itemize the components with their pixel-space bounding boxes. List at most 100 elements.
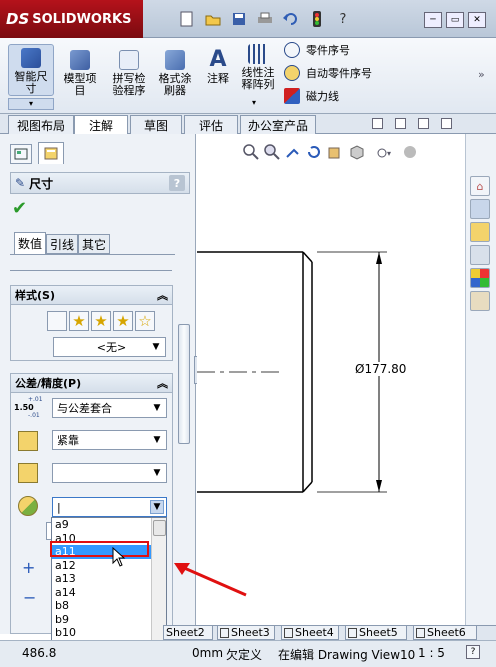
- apply-default-style-icon[interactable]: [47, 311, 67, 331]
- panel-subtabs: 数值 引线 其它: [14, 232, 110, 254]
- auto-balloon-label: 自动零件序号: [306, 67, 372, 80]
- list-item[interactable]: b9: [52, 613, 166, 627]
- minus-icon[interactable]: −: [23, 588, 36, 607]
- new-icon[interactable]: [178, 10, 196, 28]
- fit-type-icon: [18, 431, 38, 451]
- scroll-thumb[interactable]: [178, 324, 190, 444]
- list-item[interactable]: b8: [52, 599, 166, 613]
- linear-pattern-button[interactable]: 线性注释阵列: [238, 44, 278, 91]
- save-style-star-icon[interactable]: ★: [113, 311, 133, 331]
- tolerance-section-title: 公差/精度(P): [15, 377, 82, 390]
- list-item[interactable]: a13: [52, 572, 166, 586]
- chevron-down-icon: ▼: [152, 342, 160, 352]
- view-palette-icon[interactable]: [470, 245, 490, 265]
- chamfer-top: [302, 251, 313, 263]
- maximize-pane-icon[interactable]: [441, 118, 452, 129]
- custom-properties-icon[interactable]: [470, 291, 490, 311]
- load-style-star-icon[interactable]: ☆: [135, 311, 155, 331]
- magnetic-line-button[interactable]: 磁力线: [284, 85, 339, 107]
- float-pane-icon[interactable]: [372, 118, 383, 129]
- tolerance-lower-label: -.01: [28, 412, 40, 419]
- property-manager-tab[interactable]: [38, 142, 64, 164]
- panel-help-button[interactable]: ?: [169, 175, 185, 191]
- collapse-icon[interactable]: ︽: [157, 287, 168, 303]
- tab-view-layout[interactable]: 视图布局: [8, 115, 74, 134]
- restore-button[interactable]: ▭: [446, 12, 464, 28]
- style-select[interactable]: <无> ▼: [53, 337, 166, 357]
- delete-style-star-icon[interactable]: ★: [91, 311, 111, 331]
- smart-dimension-button[interactable]: 智能尺寸: [8, 44, 54, 96]
- sheet-icon: [284, 627, 293, 638]
- dimension-arrow-bottom: [376, 480, 382, 492]
- format-painter-button[interactable]: 格式涂刷器: [155, 50, 195, 97]
- shaft-fit-icon: [18, 496, 38, 516]
- scale-readout: 1 : 5: [418, 646, 445, 660]
- tab-sketch[interactable]: 草图: [130, 115, 182, 134]
- sheet-tab[interactable]: Sheet4: [281, 626, 339, 640]
- appearances-icon[interactable]: [470, 268, 490, 288]
- sheet-tab[interactable]: Sheet3: [217, 626, 275, 640]
- status-bar: 486.8 0mm 欠定义 在编辑 Drawing View10 1 : 5 ?: [0, 640, 496, 667]
- panel-title: 尺寸: [29, 176, 54, 191]
- tolerance-type-icon: +.01 1.50 -.01: [14, 396, 44, 424]
- tab-annotation[interactable]: 注解: [74, 115, 128, 135]
- subtab-other[interactable]: 其它: [78, 234, 110, 254]
- split-pane-icon[interactable]: [395, 118, 406, 129]
- fit-type-select[interactable]: 紧靠 ▼: [52, 430, 167, 450]
- tab-office-products[interactable]: 办公室产品: [240, 115, 316, 134]
- ok-checkmark-icon[interactable]: ✔: [12, 198, 27, 219]
- subtab-value[interactable]: 数值: [14, 232, 46, 254]
- tolerance-nominal-label: 1.50: [14, 403, 34, 412]
- tolerance-section-header[interactable]: 公差/精度(P) ︽: [10, 373, 173, 393]
- sheet-tab[interactable]: Sheet2: [163, 626, 213, 640]
- linear-pattern-dropdown[interactable]: ▾: [252, 98, 256, 107]
- traffic-light-icon[interactable]: [308, 10, 326, 28]
- fit-type-value: 紧靠: [57, 434, 79, 447]
- task-pane-bar: ⌂: [465, 134, 496, 634]
- ribbon-overflow-icon[interactable]: »: [478, 68, 485, 81]
- shaft-fit-select[interactable]: | ▼: [52, 497, 167, 517]
- dropdown-scroll-thumb[interactable]: [153, 520, 166, 536]
- hole-fit-select[interactable]: ▼: [52, 463, 167, 483]
- dimension-arrow-top: [376, 252, 382, 264]
- tolerance-type-select[interactable]: 与公差套合 ▼: [52, 398, 167, 418]
- subtab-leaders[interactable]: 引线: [46, 234, 78, 254]
- add-style-star-icon[interactable]: ★: [69, 311, 89, 331]
- minimize-button[interactable]: ─: [424, 12, 442, 28]
- save-icon[interactable]: [230, 10, 248, 28]
- style-section-header[interactable]: 样式(S) ︽: [10, 285, 173, 305]
- magnet-icon: [284, 88, 300, 104]
- list-item[interactable]: a12: [52, 559, 166, 573]
- list-item[interactable]: a14: [52, 586, 166, 600]
- list-item[interactable]: a9: [52, 518, 166, 532]
- print-icon[interactable]: [256, 10, 274, 28]
- list-item[interactable]: b10: [52, 626, 166, 640]
- command-tabs: 视图布局 注解 草图 评估 办公室产品: [0, 114, 496, 135]
- sheet-tab[interactable]: Sheet5: [345, 626, 407, 640]
- help-icon[interactable]: ?: [466, 645, 480, 659]
- help-icon[interactable]: ?: [334, 10, 352, 28]
- feature-tree-tab[interactable]: [10, 144, 32, 164]
- collapse-icon[interactable]: ︽: [157, 375, 168, 391]
- magnetic-line-label: 磁力线: [306, 90, 339, 103]
- solidworks-logo[interactable]: DS SOLIDWORKS: [0, 0, 143, 38]
- title-bar: DS SOLIDWORKS ? ─ ▭ ✕: [0, 0, 496, 38]
- model-items-button[interactable]: 模型项目: [60, 50, 100, 97]
- file-explorer-icon[interactable]: [470, 222, 490, 242]
- note-button[interactable]: A 注释: [202, 49, 234, 85]
- plus-icon[interactable]: +: [22, 558, 35, 577]
- diameter-dimension-text[interactable]: Ø177.80: [354, 362, 408, 376]
- sheet-tab[interactable]: Sheet6: [413, 626, 477, 640]
- close-button[interactable]: ✕: [468, 12, 486, 28]
- home-icon[interactable]: ⌂: [470, 176, 490, 196]
- auto-balloon-button[interactable]: 自动零件序号: [284, 62, 372, 84]
- tile-pane-icon[interactable]: [418, 118, 429, 129]
- undo-icon[interactable]: [282, 10, 300, 28]
- smart-dimension-dropdown[interactable]: ▾: [8, 98, 54, 110]
- spell-check-label: 拼写检验程序: [112, 72, 146, 97]
- balloon-button[interactable]: 零件序号: [284, 39, 350, 61]
- design-library-icon[interactable]: [470, 199, 490, 219]
- open-icon[interactable]: [204, 10, 222, 28]
- tab-evaluate[interactable]: 评估: [184, 115, 238, 134]
- spell-check-button[interactable]: 拼写检验程序: [108, 50, 150, 97]
